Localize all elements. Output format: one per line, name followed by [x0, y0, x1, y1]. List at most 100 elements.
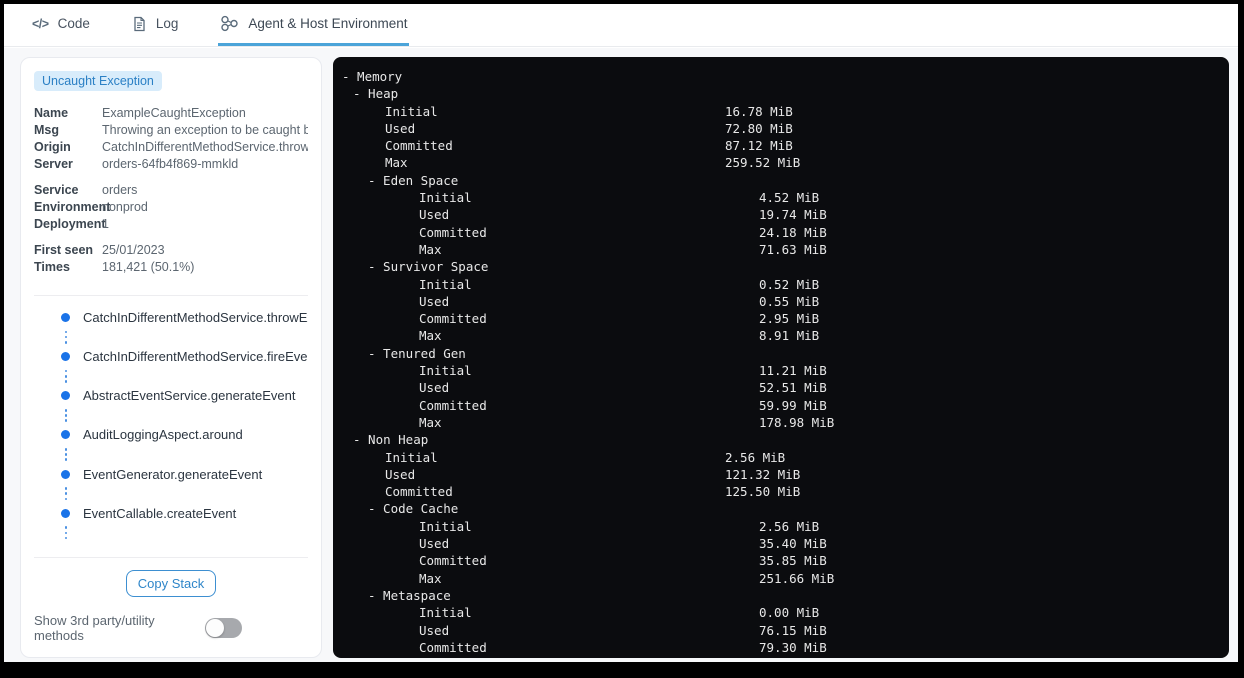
field-label: Times [34, 260, 70, 274]
content-area: Uncaught Exception Name ExampleCaughtExce… [4, 48, 1238, 662]
memory-tree-node[interactable]: - Non Heap [342, 431, 1219, 448]
memory-tree-node[interactable]: - Memory [342, 68, 1219, 85]
frame-marker-icon [61, 469, 70, 479]
memory-metric-label: Initial [385, 103, 438, 119]
field-label: Environment [34, 200, 111, 214]
stack-connector [64, 325, 309, 349]
tab-log[interactable]: Log [130, 4, 181, 46]
memory-metric-row: Used 19.74 MiB [342, 206, 1219, 223]
memory-metric-value: 52.51 MiB [759, 380, 827, 396]
memory-metric-value: 259.52 MiB [725, 155, 801, 171]
frame-marker-icon [61, 352, 70, 362]
memory-metric-row: Used 35.40 MiB [342, 535, 1219, 552]
memory-metric-value: 0.52 MiB [759, 276, 820, 292]
tab-label: Code [57, 16, 90, 31]
field-value: 181,421 (50.1%) [102, 260, 195, 274]
memory-node-label: - Heap [353, 86, 399, 102]
memory-metric-row: Committed 87.12 MiB [342, 137, 1219, 154]
field-label: Service [34, 183, 79, 197]
memory-tree-node[interactable]: - Heap [342, 85, 1219, 102]
memory-metric-value: 16.78 MiB [725, 103, 793, 119]
tab-label: Agent & Host Environment [248, 16, 408, 31]
memory-node-label: - Code Cache [368, 501, 459, 517]
tab-agent-host-environment[interactable]: Agent & Host Environment [218, 4, 410, 46]
memory-metric-row: Initial 0.52 MiB [342, 276, 1219, 293]
divider [34, 557, 308, 558]
memory-metric-label: Committed [419, 639, 487, 655]
memory-tree-node[interactable]: - Metaspace [342, 587, 1219, 604]
memory-tree-node[interactable]: - Survivor Space [342, 258, 1219, 275]
tab-code[interactable]: </> Code [30, 4, 92, 46]
memory-metric-row: Used 52.51 MiB [342, 379, 1219, 396]
stack-frame[interactable]: AuditLoggingAspect.around [34, 427, 308, 442]
stack-frame[interactable]: AbstractEventService.generateEvent [34, 388, 308, 403]
memory-metric-row: Committed 59.99 MiB [342, 397, 1219, 414]
memory-metric-label: Used [419, 207, 450, 223]
stack-connector [64, 521, 309, 545]
field-value: ExampleCaughtException [102, 106, 246, 120]
memory-metric-label: Used [419, 622, 450, 638]
stack-frame[interactable]: CatchInDifferentMethodService.throwEx... [34, 310, 308, 325]
exception-type-badge: Uncaught Exception [34, 71, 162, 91]
memory-tree-node[interactable]: - Tenured Gen [342, 345, 1219, 362]
stack-frame[interactable]: CatchInDifferentMethodService.fireEvent [34, 349, 308, 364]
stack-frame-label: AuditLoggingAspect.around [83, 427, 243, 443]
tab-bar: </> Code Log Agent & Host Environment [4, 4, 1238, 47]
stack-frame-label: CatchInDifferentMethodService.throwEx... [83, 310, 308, 325]
memory-metric-value: 24.18 MiB [759, 224, 827, 240]
memory-node-label: - Non Heap [353, 432, 429, 448]
memory-metric-label: Initial [419, 363, 472, 379]
field-label: First seen [34, 243, 94, 257]
third-party-toggle-label: Show 3rd party/utility methods [34, 613, 155, 643]
stack-frame[interactable]: EventGenerator.generateEvent [34, 467, 308, 482]
copy-stack-row: Copy Stack [34, 570, 308, 597]
field-group: Service orders Environment nonprod Deploymen… [34, 182, 308, 233]
field-row-times: Times 181,421 (50.1%) [34, 259, 308, 276]
memory-metric-value: 125.50 MiB [725, 484, 801, 500]
memory-metric-row: Used 0.55 MiB [342, 293, 1219, 310]
third-party-toggle[interactable] [205, 618, 242, 638]
memory-metric-label: Used [419, 380, 450, 396]
field-label: Server [34, 157, 73, 171]
memory-metric-label: Committed [419, 553, 487, 569]
memory-metric-row: Max 259.52 MiB [342, 154, 1219, 171]
memory-tree-panel[interactable]: - Memory - Heap Initial 16.78 MiB Used 72.80 … [333, 57, 1229, 658]
memory-metric-value: 76.15 MiB [759, 622, 827, 638]
current-frame-arrow-icon: → [35, 543, 49, 547]
memory-metric-value: 2.56 MiB [759, 518, 820, 534]
memory-metric-value: 87.12 MiB [725, 138, 793, 154]
memory-tree-node[interactable]: - Compressed Class Space [342, 656, 1219, 658]
memory-metric-value: 11.21 MiB [759, 363, 827, 379]
code-icon: </> [32, 16, 49, 31]
memory-metric-label: Used [419, 293, 450, 309]
memory-metric-label: Initial [419, 605, 472, 621]
stack-connector [64, 403, 309, 427]
memory-metric-label: Committed [419, 224, 487, 240]
memory-metric-row: Max 8.91 MiB [342, 327, 1219, 344]
memory-metric-label: Committed [419, 397, 487, 413]
memory-metric-value: 0.00 MiB [759, 605, 820, 621]
memory-metric-row: Committed 2.95 MiB [342, 310, 1219, 327]
memory-tree-node[interactable]: - Eden Space [342, 172, 1219, 189]
copy-stack-button[interactable]: Copy Stack [125, 570, 217, 597]
field-value: nonprod [102, 200, 148, 214]
stack-frame[interactable]: EventCallable.createEvent [34, 506, 308, 521]
memory-node-label: - Survivor Space [368, 259, 489, 275]
memory-metric-row: Initial 16.78 MiB [342, 103, 1219, 120]
memory-metric-value: 71.63 MiB [759, 241, 827, 257]
field-value: 1 [102, 217, 109, 231]
memory-metric-label: Committed [385, 484, 453, 500]
memory-tree-node[interactable]: - Code Cache [342, 500, 1219, 517]
exception-details-card: Uncaught Exception Name ExampleCaughtExce… [20, 57, 322, 658]
memory-metric-label: Max [419, 570, 442, 586]
memory-node-label: - Compressed Class Space [368, 656, 549, 658]
memory-metric-row: Used 121.32 MiB [342, 466, 1219, 483]
stack-frame[interactable]: → EventCallable2.call [34, 543, 308, 547]
field-row-environment: Environment nonprod [34, 199, 308, 216]
memory-node-label: - Tenured Gen [368, 345, 466, 361]
frame-marker-icon [61, 508, 70, 518]
memory-metric-value: 35.85 MiB [759, 553, 827, 569]
memory-metric-label: Committed [385, 138, 453, 154]
memory-metric-row: Max 178.98 MiB [342, 414, 1219, 431]
field-value: orders-64fb4f869-mmkld [102, 157, 239, 171]
